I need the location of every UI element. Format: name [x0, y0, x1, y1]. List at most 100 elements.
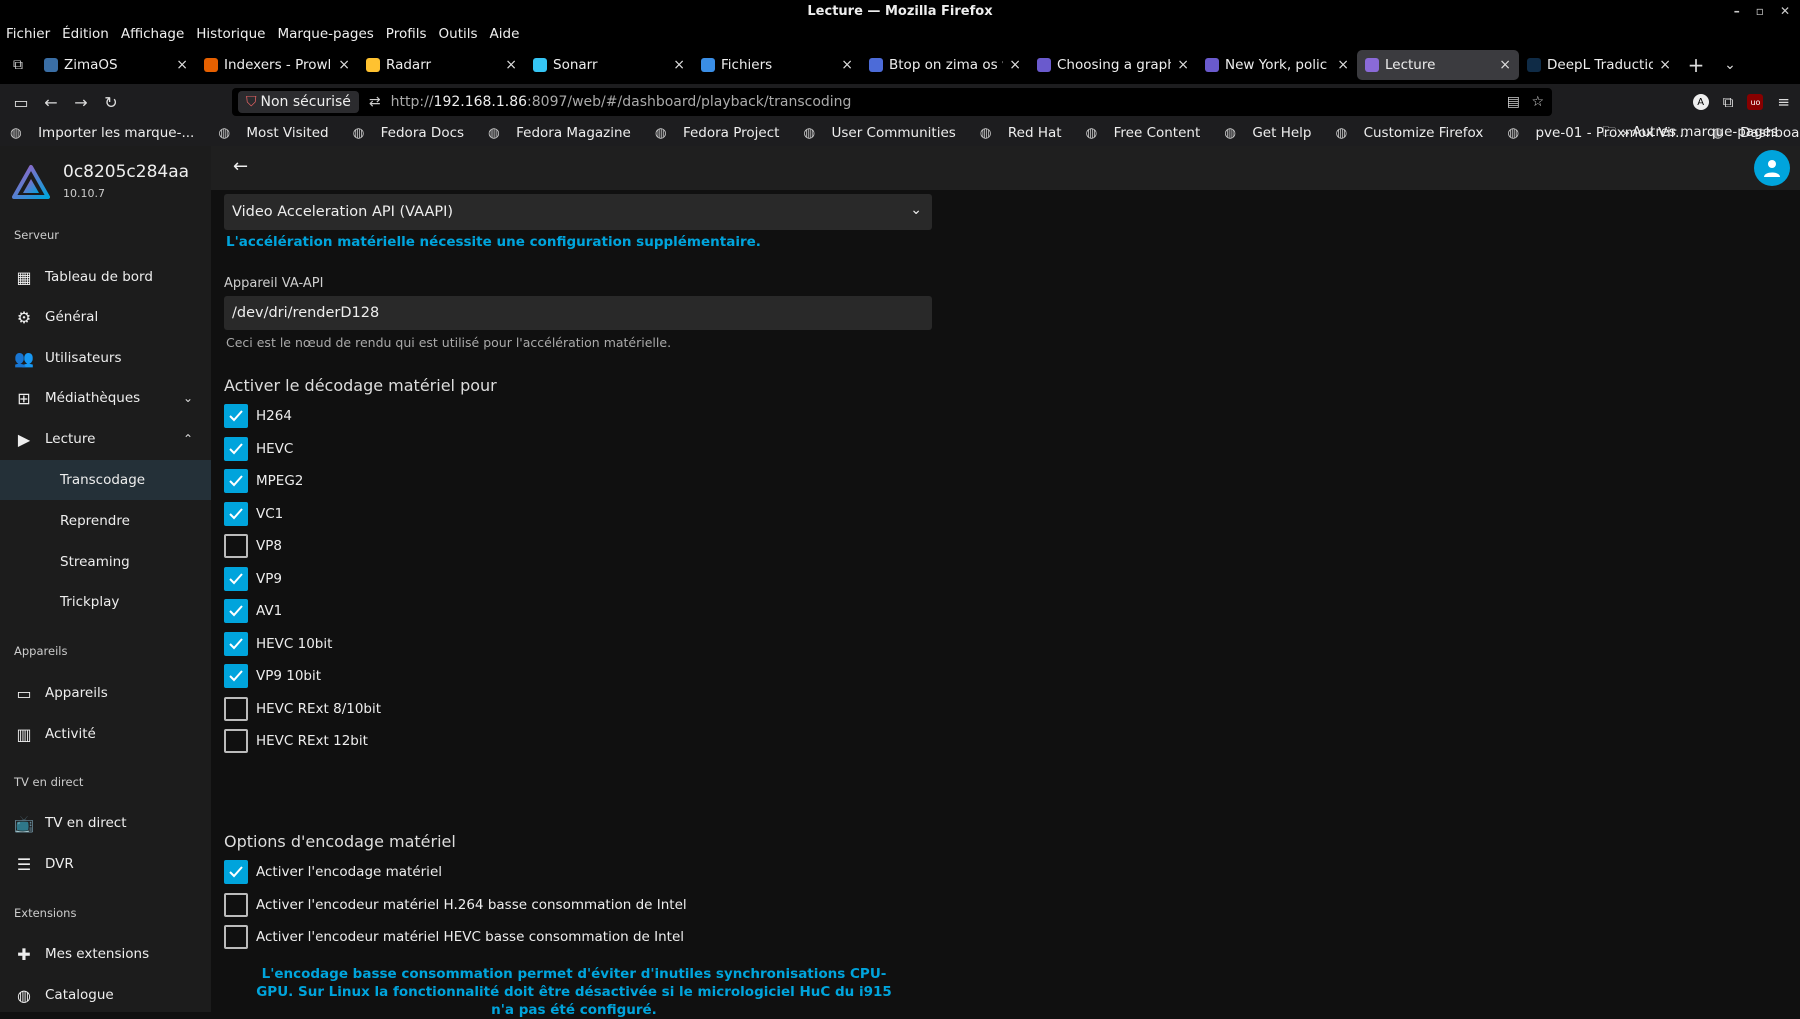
maximize-icon[interactable]: ▫: [1756, 4, 1764, 18]
close-tab-icon[interactable]: ×: [1659, 57, 1671, 73]
menu-outils[interactable]: Outils: [439, 26, 478, 42]
ublock-icon[interactable]: uo: [1747, 94, 1764, 110]
sidebar-item-playback[interactable]: ▶ Lecture ⌃: [0, 419, 211, 459]
close-tab-icon[interactable]: ×: [505, 57, 517, 73]
checkbox[interactable]: [224, 925, 248, 949]
sidebar-item-devices[interactable]: ▭ Appareils: [0, 673, 211, 713]
bookmark-item[interactable]: ◍ Get Help: [1224, 125, 1323, 141]
tab-1[interactable]: Indexers - Prowlarr ×: [196, 50, 358, 80]
checkbox[interactable]: [224, 501, 248, 526]
close-window-icon[interactable]: ✕: [1780, 4, 1790, 18]
close-tab-icon[interactable]: ×: [1009, 57, 1021, 73]
close-tab-icon[interactable]: ×: [673, 57, 685, 73]
checkbox[interactable]: [224, 404, 248, 428]
account-icon[interactable]: A: [1692, 94, 1709, 110]
sidebar-toggle-icon[interactable]: ▭: [6, 93, 36, 112]
vaapi-device-input[interactable]: /dev/dri/renderD128: [224, 296, 932, 330]
menu-affichage[interactable]: Affichage: [121, 26, 184, 42]
extensions-icon[interactable]: ⧉: [1723, 93, 1734, 111]
checkbox[interactable]: [224, 599, 248, 623]
new-tab-icon[interactable]: +: [1679, 53, 1713, 77]
sidebar-item-activity[interactable]: ▥ Activité: [0, 714, 211, 754]
checkbox[interactable]: [224, 860, 248, 884]
decode-checkbox-row[interactable]: MPEG2: [224, 469, 303, 493]
decode-checkbox-row[interactable]: VP9: [224, 566, 282, 591]
decode-checkbox-row[interactable]: H264: [224, 404, 292, 428]
close-tab-icon[interactable]: ×: [1499, 57, 1511, 73]
sidebar-item-trickplay[interactable]: Trickplay: [0, 582, 211, 622]
sidebar-item-users[interactable]: 👥 Utilisateurs: [0, 338, 211, 378]
decode-checkbox-row[interactable]: HEVC RExt 12bit: [224, 729, 368, 753]
decode-checkbox-row[interactable]: VP8: [224, 534, 282, 558]
sidebar-item-resume[interactable]: Reprendre: [0, 501, 211, 541]
security-indicator[interactable]: ⛉ Non sécurisé: [238, 91, 359, 113]
user-avatar[interactable]: [1754, 150, 1790, 186]
bookmark-item[interactable]: ◍ Red Hat: [980, 125, 1074, 141]
bookmark-item[interactable]: ◍ Fedora Docs: [353, 125, 476, 141]
bookmark-item[interactable]: ◍ Fedora Magazine: [488, 125, 643, 141]
bookmark-item[interactable]: ◍ User Communities: [803, 125, 967, 141]
reload-icon[interactable]: ↻: [96, 93, 126, 112]
bookmark-item[interactable]: ◍ Importer les marque-...: [10, 125, 206, 141]
close-tab-icon[interactable]: ×: [338, 57, 350, 73]
decode-checkbox-row[interactable]: AV1: [224, 599, 282, 623]
sidebar-item-dashboard[interactable]: ▦ Tableau de bord: [0, 257, 211, 297]
tab-8[interactable]: Lecture ×: [1357, 50, 1519, 80]
bookmark-item[interactable]: ◍ Fedora Project: [655, 125, 792, 141]
other-bookmarks[interactable]: 🗀 Autres marque-pages: [1602, 122, 1790, 145]
url-text[interactable]: http://192.168.1.86:8097/web/#/dashboard…: [391, 94, 852, 110]
hw-accel-select[interactable]: Video Acceleration API (VAAPI) ⌄: [224, 194, 932, 230]
decode-checkbox-row[interactable]: HEVC 10bit: [224, 631, 332, 656]
menu-edition[interactable]: Édition: [62, 26, 109, 42]
sidebar-item-general[interactable]: ⚙ Général: [0, 297, 211, 337]
checkbox[interactable]: [224, 696, 248, 721]
decode-checkbox-row[interactable]: HEVC: [224, 436, 293, 461]
menu-aide[interactable]: Aide: [490, 26, 520, 42]
sidebar-item-libraries[interactable]: ⊞ Médiathèques ⌄: [0, 378, 211, 418]
sidebar-item-streaming[interactable]: Streaming: [0, 542, 211, 582]
decode-checkbox-row[interactable]: VC1: [224, 501, 283, 526]
sidebar-item-dvr[interactable]: ☰ DVR: [0, 844, 211, 884]
forward-icon[interactable]: →: [66, 93, 96, 112]
close-tab-icon[interactable]: ×: [176, 57, 188, 73]
close-tab-icon[interactable]: ×: [1337, 57, 1349, 73]
bookmark-item[interactable]: ◍ Free Content: [1086, 125, 1213, 141]
back-arrow-icon[interactable]: ←: [233, 156, 248, 177]
hamburger-menu-icon[interactable]: ≡: [1777, 93, 1790, 111]
hw-accel-config-link[interactable]: L'accélération matérielle nécessite une …: [226, 234, 761, 250]
tab-0[interactable]: ZimaOS ×: [36, 50, 196, 80]
checkbox[interactable]: [224, 469, 248, 493]
close-tab-icon[interactable]: ×: [841, 57, 853, 73]
tab-2[interactable]: Radarr ×: [358, 50, 525, 80]
checkbox[interactable]: [224, 631, 248, 656]
menu-profils[interactable]: Profils: [386, 26, 427, 42]
url-bar[interactable]: ⛉ Non sécurisé ⇄ http://192.168.1.86:809…: [232, 88, 1552, 116]
checkbox[interactable]: [224, 729, 248, 753]
decode-checkbox-row[interactable]: VP9 10bit: [224, 664, 321, 688]
menu-marque-pages[interactable]: Marque-pages: [278, 26, 374, 42]
jellyfin-logo-icon[interactable]: [12, 164, 50, 202]
tab-5[interactable]: Btop on zima os v. ×: [861, 50, 1029, 80]
tab-9[interactable]: DeepL Traduction - ×: [1519, 50, 1679, 80]
encode-checkbox-row[interactable]: Activer l'encodeur matériel HEVC basse c…: [224, 925, 684, 949]
reader-view-icon[interactable]: ▤: [1507, 94, 1520, 110]
tab-6[interactable]: Choosing a graphic ×: [1029, 50, 1197, 80]
sidebar-item-transcoding[interactable]: Transcodage: [0, 460, 211, 500]
bookmark-item[interactable]: ◍ Most Visited: [218, 125, 340, 141]
checkbox[interactable]: [224, 566, 248, 591]
menu-fichier[interactable]: Fichier: [6, 26, 50, 42]
checkbox[interactable]: [224, 664, 248, 688]
close-tab-icon[interactable]: ×: [1177, 57, 1189, 73]
sidebar-item-livetv[interactable]: 📺 TV en direct: [0, 803, 211, 843]
decode-checkbox-row[interactable]: HEVC RExt 8/10bit: [224, 696, 381, 721]
encode-checkbox-row[interactable]: Activer l'encodeur matériel H.264 basse …: [224, 892, 687, 917]
tab-7[interactable]: New York, polic ×: [1197, 50, 1357, 80]
minimize-icon[interactable]: –: [1734, 4, 1740, 18]
permissions-icon[interactable]: ⇄: [369, 94, 381, 110]
menu-historique[interactable]: Historique: [196, 26, 265, 42]
encode-checkbox-row[interactable]: Activer l'encodage matériel: [224, 860, 442, 884]
tab-overview-icon[interactable]: ⧉: [0, 57, 36, 73]
sidebar-item-my-extensions[interactable]: ✚ Mes extensions: [0, 934, 211, 974]
bookmark-item[interactable]: ◍ Customize Firefox: [1335, 125, 1495, 141]
checkbox[interactable]: [224, 534, 248, 558]
